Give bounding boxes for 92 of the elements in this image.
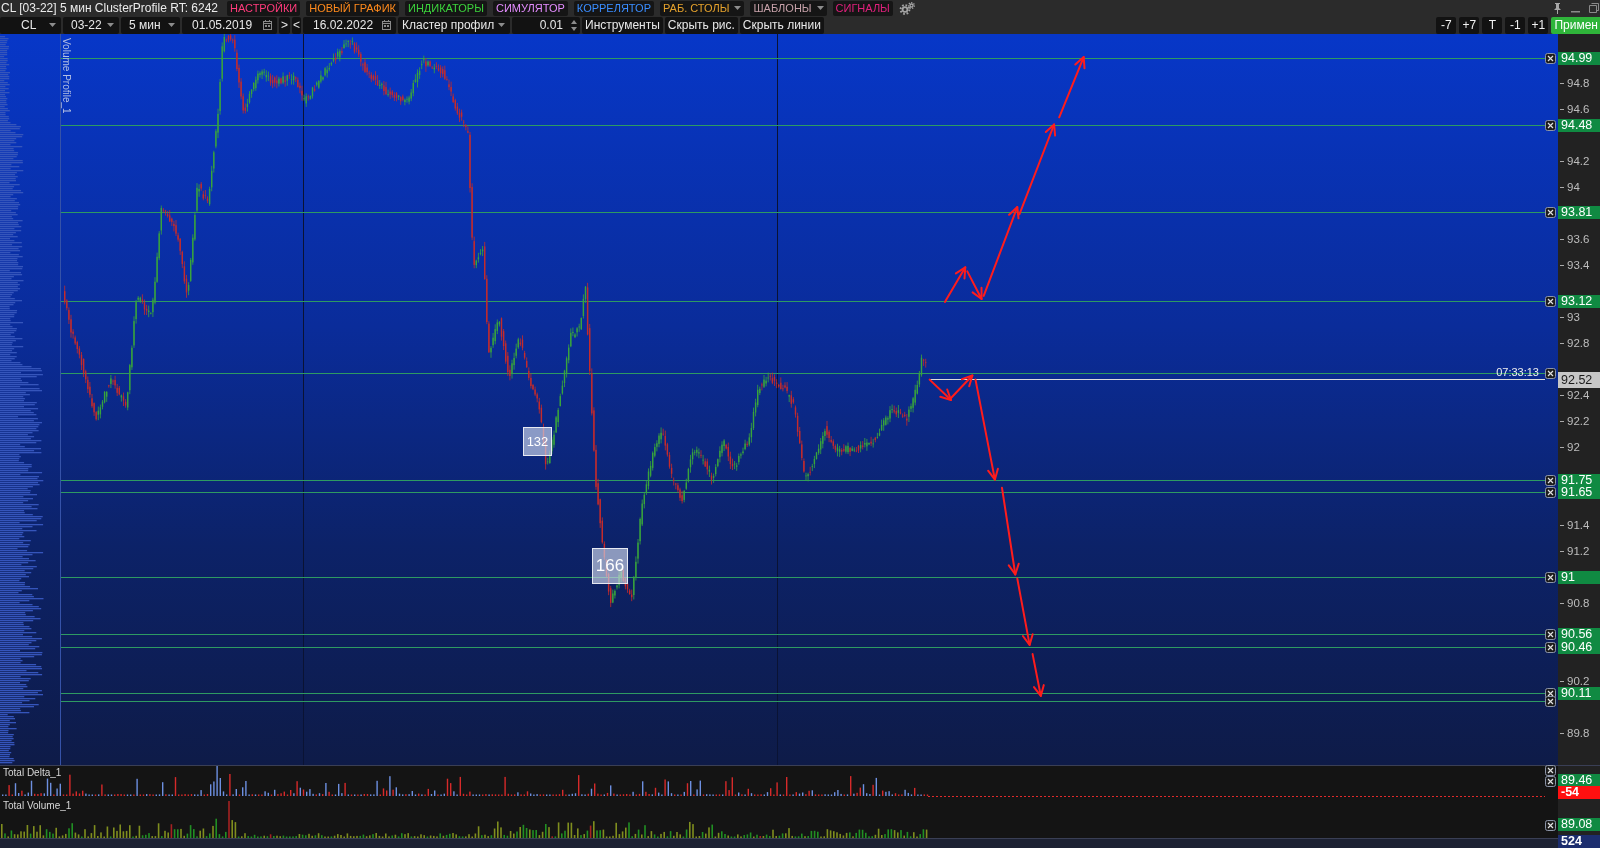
trend-arrow (1058, 56, 1086, 119)
menu-button[interactable]: ШАБЛОНЫ (750, 0, 827, 16)
axis-tick-label: 92 (1560, 441, 1580, 453)
axis-tick-label: 93.6 (1560, 233, 1590, 245)
gears-icon[interactable] (898, 1, 915, 15)
trend-arrow (1031, 653, 1045, 697)
toolbar-button[interactable]: < (292, 16, 301, 34)
price-level-label: 93.81 (1558, 206, 1600, 219)
step-button[interactable]: +7 (1459, 16, 1480, 34)
date-field[interactable]: 16.02.2022 (303, 16, 396, 34)
calendar-icon[interactable] (263, 20, 272, 30)
step-button[interactable]: -7 (1436, 16, 1457, 34)
axis-tick-label: 89.8 (1560, 727, 1590, 739)
value-marker: 132 (523, 427, 552, 456)
close-icon[interactable] (1545, 819, 1556, 831)
caret-icon[interactable] (107, 23, 114, 27)
toolbar-button[interactable]: Инструменты (582, 16, 663, 34)
axis-tick-label: 90.8 (1560, 597, 1590, 609)
axis-tick-label: 92.4 (1560, 389, 1590, 401)
pin-icon[interactable] (1553, 2, 1562, 14)
menu-button[interactable]: ИНДИКАТОРЫ (405, 0, 487, 16)
price-level-label: 90.46 (1558, 641, 1600, 654)
axis-tick-label: 94 (1560, 181, 1580, 193)
date-field[interactable]: 01.05.2019 (182, 16, 277, 34)
spinner-arrows-icon[interactable] (571, 19, 577, 31)
window-title: CL [03-22] 5 мин ClusterProfile RT: 6242 (1, 1, 218, 15)
axis-tick-label: 94.2 (1560, 155, 1590, 167)
price-level-label: 94.99 (1558, 52, 1600, 65)
close-icon[interactable] (1545, 642, 1556, 653)
axis-tick-label: 91.4 (1560, 519, 1590, 531)
price-level-label: 91.65 (1558, 486, 1600, 499)
axis-tick-label: 92.8 (1560, 337, 1590, 349)
countdown-time: 07:33:13 (1496, 365, 1539, 378)
toolbar-button[interactable]: Скрыть рис. (664, 16, 738, 34)
close-icon[interactable] (1545, 696, 1556, 707)
calendar-icon[interactable] (382, 20, 391, 30)
value-marker: 166 (592, 548, 628, 584)
close-icon[interactable] (1545, 120, 1556, 131)
menu-button[interactable]: РАБ. СТОЛЫ (660, 0, 745, 16)
menu-button[interactable]: НОВЫЙ ГРАФИК (306, 0, 399, 16)
volume-value-label: 524 (1558, 835, 1600, 848)
price-level-label: 90.11 (1558, 687, 1600, 700)
axis-tick-label: 93 (1560, 311, 1580, 323)
restore-icon[interactable] (1589, 3, 1599, 13)
trend-arrow (943, 266, 967, 303)
toolbar-button[interactable]: Скрыть линии (739, 16, 824, 34)
panel-title: Total Volume_1 (3, 800, 72, 811)
price-level-label: 89.08 (1558, 818, 1600, 831)
current-price-label: 92.52 (1558, 371, 1600, 388)
step-button[interactable]: T (1482, 16, 1503, 34)
toolbar-button[interactable]: > (279, 16, 290, 34)
close-icon[interactable] (1545, 207, 1556, 218)
step-button[interactable]: +1 (1528, 16, 1549, 34)
trend-arrow (1016, 577, 1034, 646)
axis-tick-label: 90.2 (1560, 675, 1590, 687)
axis-tick-label: 93.4 (1560, 259, 1590, 271)
caret-icon[interactable] (816, 6, 824, 10)
caret-icon[interactable] (734, 6, 742, 10)
close-icon[interactable] (1545, 475, 1556, 486)
axis-tick-label: 94.8 (1560, 77, 1590, 89)
caret-icon[interactable] (498, 23, 506, 27)
price-level-label: 94.48 (1558, 119, 1600, 132)
dropdown[interactable]: CL (0, 16, 61, 34)
menu-button[interactable]: СИГНАЛЫ (832, 0, 893, 16)
menu-button[interactable]: НАСТРОЙКИ (227, 0, 301, 16)
axis-tick-label: 92.2 (1560, 415, 1590, 427)
axis-tick-label: 94.6 (1560, 103, 1590, 115)
number-field[interactable]: 0.01 (512, 16, 580, 34)
menu-button[interactable]: СИМУЛЯТОР (492, 0, 568, 16)
panel-title: Total Delta_1 (3, 767, 62, 778)
close-icon[interactable] (1545, 572, 1556, 583)
price-level-label: 91 (1558, 571, 1600, 584)
delta-value-label: -54 (1558, 786, 1600, 799)
caret-icon[interactable] (49, 23, 56, 27)
menu-button[interactable]: КОРРЕЛЯТОР (573, 0, 654, 16)
trend-arrow (928, 378, 952, 401)
close-icon[interactable] (1545, 368, 1556, 379)
dropdown[interactable]: 03-22 (63, 16, 119, 34)
dropdown[interactable]: 5 мин (121, 16, 180, 34)
close-icon[interactable] (1545, 629, 1556, 640)
close-icon[interactable] (1545, 765, 1556, 776)
price-level-label: 90.56 (1558, 628, 1600, 641)
axis-tick-label: 91.2 (1560, 545, 1590, 557)
indicator-label: Volume Profile_1 (61, 38, 72, 114)
close-icon[interactable] (1545, 296, 1556, 307)
caret-icon[interactable] (168, 23, 175, 27)
step-button[interactable]: -1 (1505, 16, 1526, 34)
close-icon[interactable] (1545, 775, 1556, 787)
close-icon[interactable] (1545, 53, 1556, 64)
dropdown[interactable]: Кластер профил (398, 16, 510, 34)
price-level-label: 93.12 (1558, 295, 1600, 308)
close-icon[interactable] (1545, 487, 1556, 498)
